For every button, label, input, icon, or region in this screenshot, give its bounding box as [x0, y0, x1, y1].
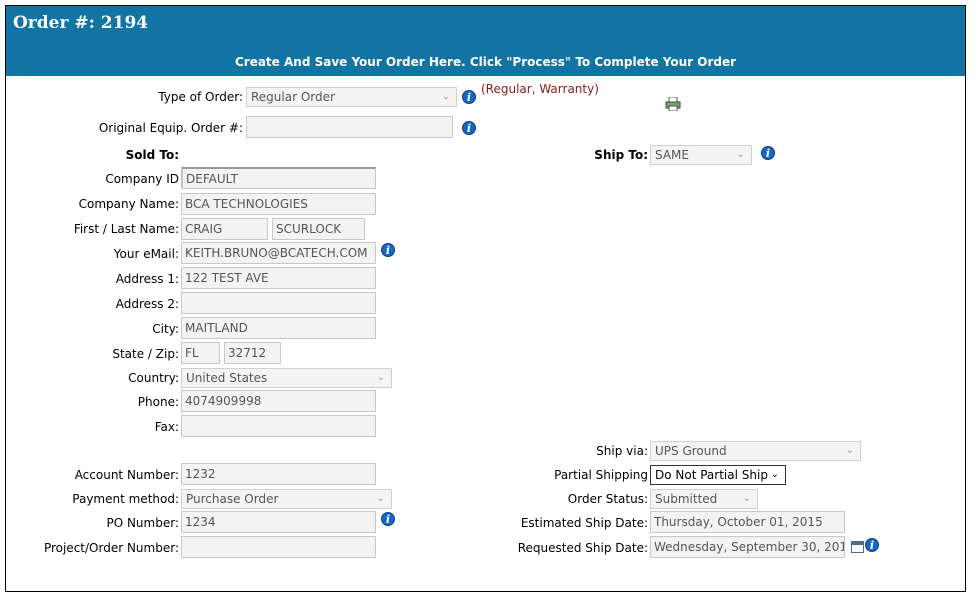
country-select[interactable]: United States ⌄ [181, 368, 392, 388]
chevron-down-icon: ⌄ [441, 91, 450, 102]
project-number-input[interactable] [181, 536, 376, 558]
order-status-select[interactable]: Submitted ⌄ [650, 489, 758, 509]
partial-shipping-select[interactable]: Do Not Partial Ship ⌄ [650, 465, 786, 485]
requested-ship-date-input[interactable]: Wednesday, September 30, 2015 [650, 536, 845, 558]
last-name-input[interactable]: SCURLOCK [272, 218, 365, 240]
ship-via-label: Ship via: [596, 444, 648, 458]
printer-icon[interactable] [665, 97, 681, 111]
payment-method-select[interactable]: Purchase Order ⌄ [181, 489, 392, 509]
address2-input[interactable] [181, 292, 376, 314]
partial-shipping-value: Do Not Partial Ship [655, 468, 768, 482]
info-icon[interactable]: i [462, 121, 476, 135]
sold-to-heading: Sold To: [125, 148, 179, 162]
chevron-down-icon: ⌄ [736, 149, 745, 160]
company-name-label: Company Name: [78, 197, 179, 211]
estimated-ship-date-input[interactable]: Thursday, October 01, 2015 [650, 511, 845, 533]
city-input[interactable]: MAITLAND [181, 317, 376, 339]
calendar-icon[interactable] [851, 541, 864, 553]
order-status-label: Order Status: [567, 492, 648, 506]
type-of-order-value: Regular Order [251, 90, 335, 104]
partial-shipping-label: Partial Shipping [554, 468, 648, 482]
info-icon[interactable]: i [761, 146, 775, 160]
chevron-down-icon: ⌄ [845, 445, 854, 456]
city-label: City: [152, 322, 179, 336]
estimated-ship-date-label: Estimated Ship Date: [520, 516, 648, 530]
fax-input[interactable] [181, 415, 376, 437]
requested-ship-date-label: Requested Ship Date: [517, 541, 648, 555]
po-number-label: PO Number: [106, 516, 179, 530]
phone-label: Phone: [137, 395, 179, 409]
fax-label: Fax: [154, 420, 179, 434]
oem-order-label: Original Equip. Order #: [98, 121, 243, 135]
company-id-input[interactable]: DEFAULT [181, 167, 376, 189]
country-label: Country: [128, 371, 179, 385]
type-of-order-label: Type of Order: [158, 90, 243, 104]
type-of-order-select[interactable]: Regular Order ⌄ [246, 87, 457, 107]
address2-label: Address 2: [115, 297, 179, 311]
name-label: First / Last Name: [73, 222, 179, 236]
info-icon[interactable]: i [381, 512, 395, 526]
payment-method-label: Payment method: [72, 492, 179, 506]
first-name-input[interactable]: CRAIG [181, 218, 268, 240]
address1-label: Address 1: [115, 272, 179, 286]
state-zip-label: State / Zip: [112, 347, 179, 361]
order-status-value: Submitted [655, 492, 718, 506]
email-label: Your eMail: [113, 247, 179, 261]
chevron-down-icon: ⌄ [376, 372, 385, 383]
company-name-input[interactable]: BCA TECHNOLOGIES [181, 193, 376, 215]
email-input[interactable]: KEITH.BRUNO@BCATECH.COM [181, 242, 376, 264]
chevron-down-icon: ⌄ [376, 493, 385, 504]
ship-to-select[interactable]: SAME ⌄ [650, 145, 752, 165]
state-input[interactable]: FL [181, 342, 220, 364]
ship-to-label: Ship To: [594, 148, 648, 162]
oem-order-input[interactable] [246, 116, 453, 138]
info-icon[interactable]: i [381, 243, 395, 257]
order-title: Order #: 2194 [13, 13, 149, 33]
info-icon[interactable]: i [462, 90, 476, 104]
chevron-down-icon: ⌄ [742, 493, 751, 504]
payment-method-value: Purchase Order [186, 492, 279, 506]
order-type-hint: (Regular, Warranty) [481, 82, 599, 96]
country-value: United States [186, 371, 268, 385]
order-instructions: Create And Save Your Order Here. Click "… [234, 55, 737, 69]
company-id-label: Company ID [105, 172, 179, 186]
ship-to-value: SAME [655, 148, 689, 162]
phone-input[interactable]: 4074909998 [181, 390, 376, 412]
ship-via-value: UPS Ground [655, 444, 727, 458]
chevron-down-icon: ⌄ [770, 469, 779, 480]
address1-input[interactable]: 122 TEST AVE [181, 267, 376, 289]
po-number-input[interactable]: 1234 [181, 511, 376, 533]
project-number-label: Project/Order Number: [43, 541, 179, 555]
account-number-label: Account Number: [74, 468, 179, 482]
ship-via-select[interactable]: UPS Ground ⌄ [650, 441, 861, 461]
account-number-input[interactable]: 1232 [181, 463, 376, 485]
info-icon[interactable]: i [865, 538, 879, 552]
zip-input[interactable]: 32712 [224, 342, 281, 364]
